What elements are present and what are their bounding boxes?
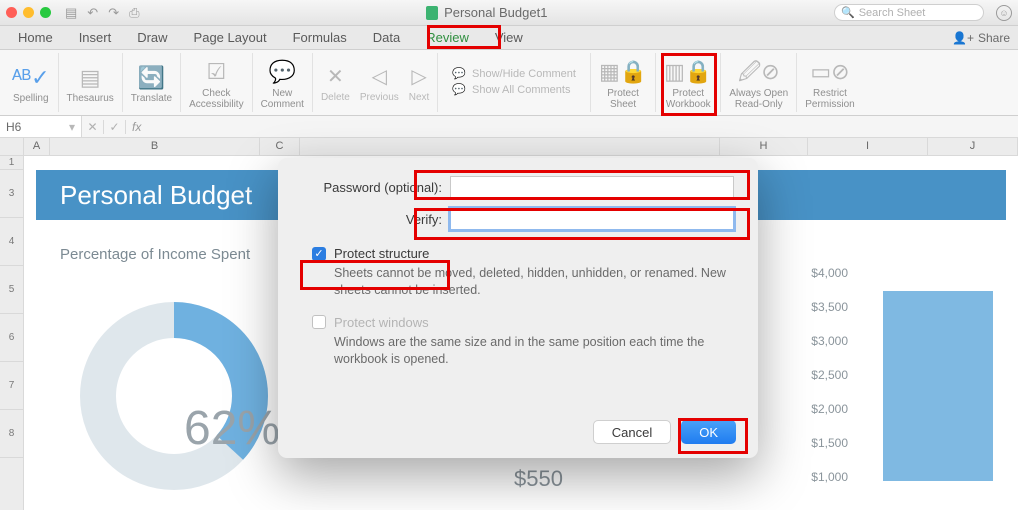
ribbon-tabs: Home Insert Draw Page Layout Formulas Da… — [0, 26, 1018, 50]
check-accessibility-button[interactable]: ☑Check Accessibility — [181, 53, 252, 112]
next-icon: ▷ — [411, 62, 426, 92]
protect-structure-label: Protect structure — [334, 246, 429, 261]
thesaurus-icon: ▤ — [80, 61, 101, 93]
protect-windows-checkbox: ✓ Protect windows — [312, 315, 734, 330]
search-placeholder: Search Sheet — [859, 7, 926, 19]
value-550: $550 — [514, 466, 563, 492]
show-hide-comment-button[interactable]: 💬Show/Hide Comment — [452, 69, 576, 80]
tab-view[interactable]: View — [485, 28, 533, 47]
print-icon[interactable]: ⎙ — [129, 5, 139, 21]
row-3[interactable]: 3 — [0, 170, 23, 218]
col-A[interactable]: A — [24, 138, 50, 155]
donut-percentage: 62% — [184, 401, 280, 456]
fx-label[interactable]: fx — [126, 120, 141, 134]
translate-icon: 🔄 — [138, 61, 165, 93]
excel-doc-icon — [426, 6, 438, 20]
col-B[interactable]: B — [50, 138, 260, 155]
name-box[interactable]: H6▾ — [0, 116, 82, 137]
zoom-window-icon[interactable] — [40, 7, 51, 18]
password-input[interactable] — [450, 176, 734, 198]
row-1[interactable]: 1 — [0, 156, 23, 170]
search-icon: 🔍 — [841, 6, 855, 19]
checkbox-unchecked-icon: ✓ — [312, 315, 326, 329]
close-window-icon[interactable] — [6, 7, 17, 18]
bar-chart-y-axis: $4,000 $3,500 $3,000 $2,500 $2,000 $1,50… — [811, 266, 848, 484]
row-8[interactable]: 8 — [0, 410, 23, 458]
password-label: Password (optional): — [302, 180, 442, 195]
show-all-comments-button[interactable]: 💬Show All Comments — [452, 85, 576, 96]
subtitle-text: Percentage of Income Spent — [60, 246, 250, 263]
restrict-permission-button[interactable]: ▭⊘Restrict Permission — [797, 53, 862, 112]
protect-workbook-dialog: Password (optional): Verify: ✓ Protect s… — [278, 158, 758, 458]
col-I[interactable]: I — [808, 138, 928, 155]
windows-description: Windows are the same size and in the sam… — [334, 334, 734, 368]
verify-label: Verify: — [302, 212, 442, 227]
tab-insert[interactable]: Insert — [69, 28, 122, 47]
translate-button[interactable]: 🔄Translate — [123, 53, 181, 112]
tab-page-layout[interactable]: Page Layout — [184, 28, 277, 47]
previous-icon: ◁ — [372, 62, 387, 92]
spelling-button[interactable]: ᴬᴮ✓Spelling — [4, 53, 59, 112]
new-comment-button[interactable]: 💬New Comment — [253, 53, 313, 112]
structure-description: Sheets cannot be moved, deleted, hidden,… — [334, 265, 734, 299]
redo-icon[interactable]: ↷ — [108, 5, 119, 21]
tab-home[interactable]: Home — [8, 28, 63, 47]
delete-icon: ✕ — [327, 62, 344, 92]
cancel-button[interactable]: Cancel — [593, 420, 671, 444]
row-5[interactable]: 5 — [0, 266, 23, 314]
checkbox-checked-icon: ✓ — [312, 247, 326, 261]
confirm-formula-icon[interactable]: ✓ — [104, 120, 126, 134]
user-account-icon[interactable]: ☺ — [996, 5, 1012, 21]
protect-structure-checkbox[interactable]: ✓ Protect structure — [312, 246, 734, 261]
tab-data[interactable]: Data — [363, 28, 410, 47]
share-button[interactable]: 👤+ Share — [952, 31, 1010, 45]
tab-review[interactable]: Review — [416, 28, 479, 47]
share-label: Share — [978, 31, 1010, 45]
comments-icon: 💬 — [452, 85, 466, 96]
search-sheet-input[interactable]: 🔍 Search Sheet — [834, 4, 984, 21]
thesaurus-button[interactable]: ▤Thesaurus — [59, 53, 123, 112]
row-7[interactable]: 7 — [0, 362, 23, 410]
row-6[interactable]: 6 — [0, 314, 23, 362]
comment-icon: 💬 — [452, 69, 466, 80]
readonly-icon: 🖉⊘ — [738, 56, 780, 88]
undo-icon[interactable]: ↶ — [87, 5, 98, 21]
previous-comment-button[interactable]: ◁Previous — [360, 62, 399, 103]
ok-button[interactable]: OK — [681, 420, 736, 444]
col-C[interactable]: C — [260, 138, 300, 155]
col-J[interactable]: J — [928, 138, 1018, 155]
protect-workbook-icon: ▥🔒 — [664, 56, 712, 88]
next-comment-button[interactable]: ▷Next — [409, 62, 430, 103]
spelling-icon: ᴬᴮ✓ — [12, 61, 50, 93]
window-controls[interactable] — [6, 7, 51, 18]
row-headers[interactable]: 1 3 4 5 6 7 8 — [0, 156, 24, 510]
always-open-readonly-button[interactable]: 🖉⊘Always Open Read-Only — [721, 53, 797, 112]
minimize-window-icon[interactable] — [23, 7, 34, 18]
delete-comment-button[interactable]: ✕Delete — [321, 62, 350, 103]
donut-chart — [74, 296, 274, 496]
save-icon[interactable]: ▤ — [65, 5, 77, 21]
accessibility-icon: ☑ — [206, 56, 226, 88]
protect-sheet-button[interactable]: ▦🔒Protect Sheet — [591, 53, 656, 112]
document-title: Personal Budget1 — [444, 5, 547, 20]
titlebar: ▤ ↶ ↷ ⎙ Personal Budget1 🔍 Search Sheet … — [0, 0, 1018, 26]
cancel-formula-icon[interactable]: ✕ — [82, 120, 104, 134]
quick-access-toolbar: ▤ ↶ ↷ ⎙ — [65, 5, 140, 21]
new-comment-icon: 💬 — [269, 56, 296, 88]
tab-draw[interactable]: Draw — [127, 28, 177, 47]
protect-windows-label: Protect windows — [334, 315, 429, 330]
tab-formulas[interactable]: Formulas — [283, 28, 357, 47]
protect-sheet-icon: ▦🔒 — [599, 56, 647, 88]
protect-workbook-button[interactable]: ▥🔒Protect Workbook — [656, 53, 721, 112]
column-headers[interactable]: A B C H I J — [0, 138, 1018, 156]
formula-bar: H6▾ ✕ ✓ fx — [0, 116, 1018, 138]
row-4[interactable]: 4 — [0, 218, 23, 266]
bar-chart-bar — [883, 291, 993, 481]
col-H[interactable]: H — [720, 138, 808, 155]
ribbon: ᴬᴮ✓Spelling ▤Thesaurus 🔄Translate ☑Check… — [0, 50, 1018, 116]
restrict-icon: ▭⊘ — [810, 56, 849, 88]
verify-input[interactable] — [450, 208, 734, 230]
